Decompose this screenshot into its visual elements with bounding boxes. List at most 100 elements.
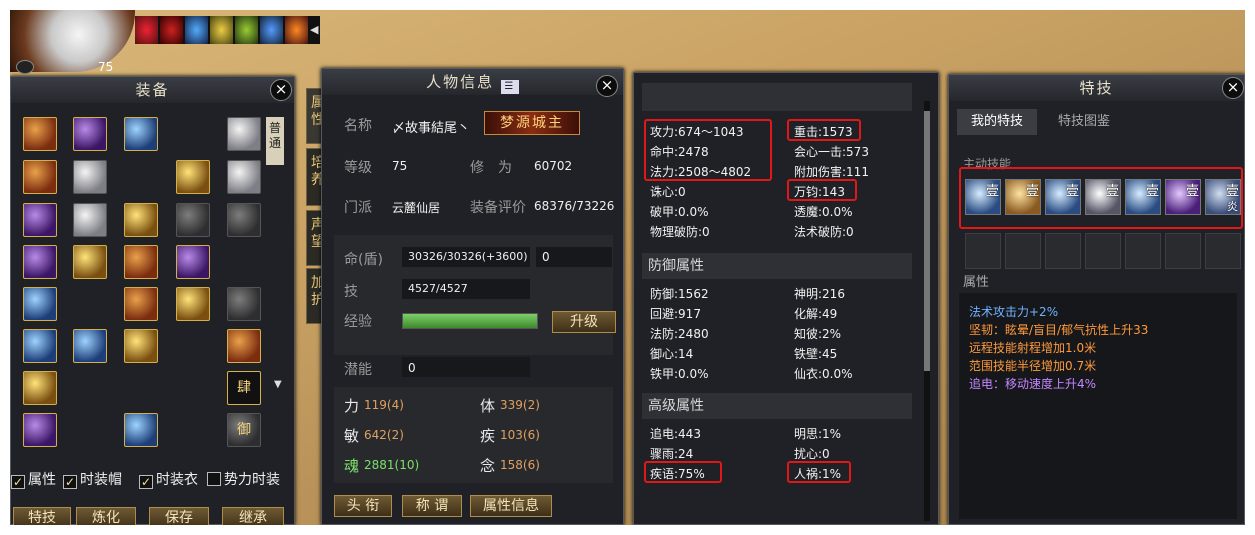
mount-slot[interactable] [227,329,261,363]
attr-line: 法术攻击力+2% [969,305,1059,319]
title-badge: 梦源城主 [484,111,580,135]
stat-youxin: 扰心:0 [794,447,830,461]
equip-slot[interactable] [23,329,57,363]
equip-slot[interactable] [73,160,107,194]
close-icon[interactable]: × [270,79,292,101]
empty-skill-slot[interactable] [1005,233,1041,269]
pet-slot[interactable] [227,160,261,194]
empty-skill-slot[interactable] [965,233,1001,269]
equip-slot[interactable] [176,287,210,321]
equip-slot[interactable] [124,329,158,363]
equip-slot[interactable] [176,203,210,237]
stat-extra-damage: 附加伤害:111 [794,165,869,179]
equip-slot[interactable] [23,371,57,405]
equip-slot[interactable] [124,203,158,237]
portrait-level: 75 [98,60,114,74]
refine-button[interactable]: 炼化 [76,507,136,525]
checkbox-fashion-hat[interactable]: ✓ 时装帽 [63,469,122,489]
equip-slot[interactable] [23,117,57,151]
buff-icon[interactable] [285,16,308,44]
equip-slot[interactable] [124,287,158,321]
buff-icon[interactable] [260,16,283,44]
stat-sudden-rain: 骤雨:24 [650,447,694,461]
experience-bar [402,313,538,329]
equip-slot[interactable] [124,117,158,151]
mount-slot[interactable] [227,287,261,321]
equip-slot[interactable] [23,287,57,321]
equip-slot[interactable] [23,160,57,194]
empty-skill-slot[interactable] [1085,233,1121,269]
checkbox-fashion-clothes[interactable]: ✓ 时装衣 [139,469,198,489]
empty-skill-slot[interactable] [1165,233,1201,269]
buff-icon[interactable] [185,16,208,44]
inherit-button[interactable]: 继承 [222,507,284,525]
equip-slot[interactable] [23,203,57,237]
level-value: 75 [392,159,408,173]
upgrade-button[interactable]: 升级 [552,311,616,333]
buff-icon[interactable] [235,16,258,44]
tab-skills-guide[interactable]: 特技图鉴 [1041,109,1127,135]
checkbox-force-fashion[interactable]: 势力时装 [207,469,280,489]
empty-skill-slot[interactable] [1205,233,1241,269]
checkbox-attribute[interactable]: ✓ 属性 [11,469,56,489]
list-icon[interactable]: ☰ [500,80,519,94]
equip-slot[interactable] [176,160,210,194]
stat-iron-armor: 铁甲:0.0% [650,367,709,381]
equipment-title: 装备 [11,77,294,103]
equip-slot[interactable] [23,245,57,279]
buff-icon[interactable] [160,16,183,44]
dropdown-arrow-icon[interactable]: ▼ [274,379,282,390]
equip-slot[interactable] [176,245,210,279]
section-header-defense: 防御属性 [642,253,912,279]
attribute-info-button[interactable]: 属性信息 [470,495,552,517]
rank-button[interactable]: 头 衔 [334,495,392,517]
rune-slot-yu[interactable]: 御 [227,413,261,447]
titles-button[interactable]: 称 谓 [402,495,462,517]
stat-armor-break: 破甲:0.0% [650,205,709,219]
stat-mingsi: 明思:1% [794,427,842,441]
con-label: 体 [480,397,496,415]
attr-line: 范围技能半径增加0.7米 [969,359,1097,373]
potential-bar [402,357,530,377]
spd-value: 103(6) [500,428,540,442]
empty-skill-slot[interactable] [1045,233,1081,269]
equip-slot[interactable] [73,203,107,237]
normal-tab[interactable]: 普通 [266,117,284,165]
pet-slot[interactable] [227,117,261,151]
stat-zhuxin: 诛心:0 [650,185,686,199]
scrollbar-thumb[interactable] [924,111,930,371]
cultivation-value: 60702 [534,159,573,173]
stat-magic-def: 法防:2480 [650,327,709,341]
spd-label: 疾 [480,427,496,445]
empty-skill-slot[interactable] [1125,233,1161,269]
hp-extra-value: 0 [542,250,550,264]
close-icon[interactable]: × [1222,77,1244,99]
collapse-arrow-icon[interactable]: ◀ [310,16,320,44]
rune-slot-si[interactable]: 肆 [227,371,261,405]
highlight-box [644,461,722,483]
scrollbar[interactable] [924,101,930,521]
pet-slot[interactable] [227,203,261,237]
attributes-label: 属性 [963,275,990,290]
equip-slot[interactable] [23,413,57,447]
buff-icon[interactable] [210,16,233,44]
tab-my-skills[interactable]: 我的特技 [957,109,1037,135]
close-icon[interactable]: × [596,75,618,97]
save-button[interactable]: 保存 [149,507,209,525]
stat-iron-wall: 铁壁:45 [794,347,838,361]
equip-slot[interactable] [73,329,107,363]
equip-slot[interactable] [124,413,158,447]
equip-slot[interactable] [73,117,107,151]
buff-icon[interactable] [135,16,158,44]
skills-button[interactable]: 特技 [13,507,71,525]
game-scene: 75 ◀ 装备 × 肆 御 普通 ▼ ✓ 属性 ✓ 时装帽 ✓ 时装衣 势力时装 特技… [10,10,1245,525]
equip-slot[interactable] [73,245,107,279]
equip-slot[interactable] [124,245,158,279]
stat-heart-strike: 会心一击:573 [794,145,869,159]
highlight-box [787,461,851,483]
stat-resolve: 化解:49 [794,307,838,321]
checkbox-label: 势力时装 [224,472,280,488]
stat-divine: 神明:216 [794,287,845,301]
character-info-panel: 人物信息 ☰ × 名称 〆故事結尾丶 梦源城主 等级 75 修 为 60702 … [321,68,624,525]
cultivation-label: 修 为 [470,160,512,176]
